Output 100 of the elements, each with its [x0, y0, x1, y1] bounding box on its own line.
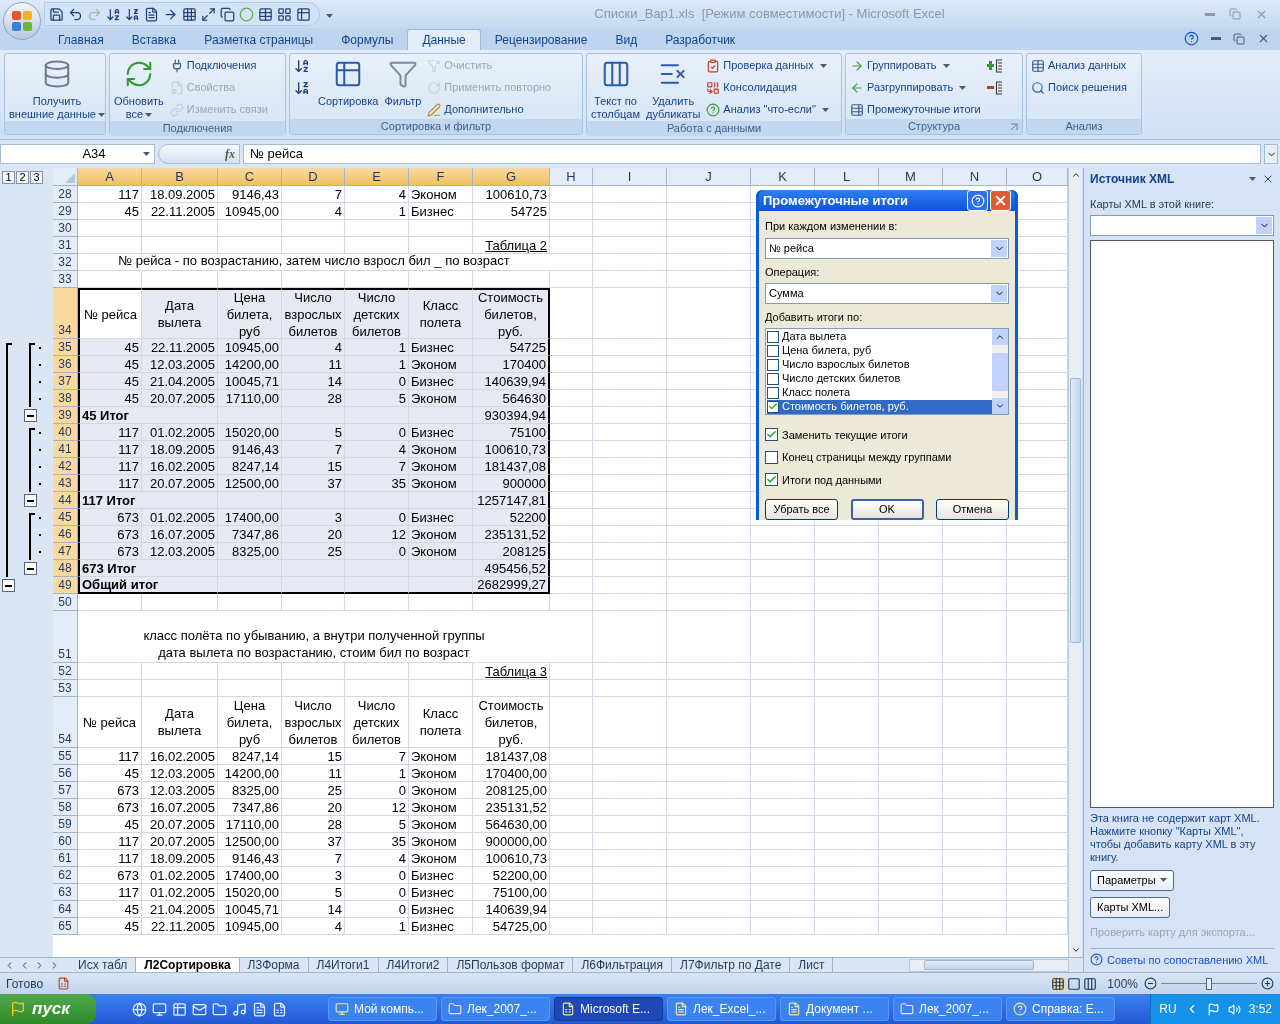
column-header[interactable]: J — [667, 168, 751, 186]
mail-icon[interactable] — [192, 1001, 207, 1017]
folder-icon[interactable] — [212, 1001, 227, 1017]
row-header[interactable]: 33 — [53, 271, 78, 288]
dialog-launcher-icon[interactable] — [1010, 122, 1018, 131]
scrollbar-thumb[interactable] — [1070, 378, 1081, 643]
row-header[interactable]: 53 — [53, 680, 78, 697]
list-item[interactable]: Стоимость билетов, руб. — [767, 399, 992, 414]
row-header[interactable]: 63 — [53, 884, 78, 901]
list-scrollbar[interactable] — [992, 328, 1008, 414]
taskbar-button[interactable]: Мой компь... — [328, 997, 437, 1021]
ribbon-button[interactable]: Консолидация — [706, 79, 829, 96]
page-break-icon[interactable] — [1083, 976, 1098, 991]
row-header[interactable]: 28 — [53, 186, 78, 203]
ribbon-button[interactable]: Получить внешние данные — [9, 57, 105, 121]
monitor-icon[interactable] — [152, 1001, 167, 1017]
outline-level-button[interactable]: 1 — [2, 170, 15, 184]
checkbox[interactable] — [767, 330, 779, 343]
arrow-right-icon[interactable] — [163, 6, 178, 22]
row-header[interactable]: 46 — [53, 526, 78, 543]
close-icon[interactable] — [1257, 32, 1270, 45]
start-button[interactable]: пуск — [0, 994, 96, 1024]
ribbon-button[interactable]: Поиск решения — [1031, 79, 1127, 96]
row-header[interactable]: 51 — [53, 611, 78, 663]
page-layout-icon[interactable] — [1067, 976, 1082, 991]
zoom-out-icon[interactable] — [1144, 977, 1157, 990]
expand-icon[interactable] — [201, 6, 216, 22]
checkbox[interactable] — [765, 450, 778, 464]
ribbon-tab[interactable]: Разработчик — [651, 29, 750, 50]
media-icon[interactable] — [232, 1001, 247, 1017]
row-header[interactable]: 48 — [53, 560, 78, 577]
row-header[interactable]: 65 — [53, 918, 78, 935]
row-header[interactable]: 29 — [53, 203, 78, 220]
copy-icon[interactable] — [220, 6, 235, 22]
restore-icon[interactable] — [1233, 32, 1245, 45]
column-header[interactable]: M — [879, 168, 943, 186]
ribbon-tab[interactable]: Рецензирование — [480, 29, 602, 50]
pane-button[interactable]: Параметры — [1090, 869, 1174, 891]
ribbon-button[interactable]: Обновить все — [114, 57, 164, 121]
ribbon-button[interactable]: Проверка данных — [706, 57, 829, 74]
sheet-tab[interactable]: Л2Сортировка — [136, 957, 240, 972]
row-header[interactable]: 32 — [53, 254, 78, 271]
taskbar-button[interactable]: Документ ... — [780, 997, 889, 1021]
column-header[interactable]: K — [751, 168, 815, 186]
ribbon-button[interactable]: Удалить дубликаты — [646, 57, 701, 121]
row-header[interactable]: 54 — [53, 697, 78, 748]
name-box[interactable]: A34 — [0, 144, 155, 164]
row-header[interactable]: 38 — [53, 390, 78, 407]
taskbar-button[interactable]: Справка: E... — [1006, 997, 1115, 1021]
dialog-button[interactable]: Отмена — [936, 499, 1009, 520]
save-icon[interactable] — [49, 6, 64, 22]
row-header[interactable]: 52 — [53, 663, 78, 680]
row-header[interactable]: 56 — [53, 765, 78, 782]
form-icon[interactable] — [144, 6, 159, 22]
column-header[interactable]: E — [345, 168, 409, 186]
column-header[interactable]: G — [473, 168, 550, 186]
row-header[interactable]: 58 — [53, 799, 78, 816]
row-header[interactable]: 43 — [53, 475, 78, 492]
list-item[interactable]: Цена билета, руб — [767, 343, 992, 358]
column-header[interactable]: I — [593, 168, 667, 186]
ribbon-button[interactable]: Дополнительно — [427, 101, 552, 118]
row-header[interactable]: 60 — [53, 833, 78, 850]
help-icon[interactable] — [1184, 31, 1199, 46]
row-header[interactable]: 42 — [53, 458, 78, 475]
globe-icon[interactable] — [132, 1001, 147, 1017]
row-header[interactable]: 34 — [53, 288, 78, 339]
grid-icon[interactable] — [182, 6, 197, 22]
ribbon-icon-button[interactable] — [986, 57, 1005, 74]
checkbox[interactable] — [767, 386, 779, 399]
checkbox[interactable] — [765, 428, 778, 442]
help-button[interactable] — [967, 190, 988, 211]
column-header[interactable]: B — [142, 168, 218, 186]
table-icon[interactable] — [296, 6, 311, 22]
ribbon-tab[interactable]: Вид — [601, 29, 652, 50]
macro-record-icon[interactable] — [57, 977, 71, 990]
row-header[interactable]: 41 — [53, 441, 78, 458]
column-header[interactable]: F — [409, 168, 473, 186]
pane-button[interactable]: Карты XML... — [1090, 896, 1171, 918]
list-item[interactable]: Класс полета — [767, 385, 992, 400]
ribbon-button[interactable]: Подключения — [169, 57, 268, 74]
dialog-button[interactable]: Убрать все — [765, 499, 838, 520]
row-header[interactable]: 55 — [53, 748, 78, 765]
column-header[interactable]: C — [218, 168, 282, 186]
collapse-button[interactable] — [24, 562, 37, 575]
volume-icon[interactable] — [1227, 1002, 1241, 1016]
column-header[interactable]: L — [815, 168, 879, 186]
row-header[interactable]: 37 — [53, 373, 78, 390]
checkbox[interactable] — [767, 344, 779, 357]
collapse-button[interactable] — [24, 494, 37, 507]
dialog-button[interactable]: OK — [850, 499, 924, 520]
column-header[interactable]: H — [550, 168, 593, 186]
column-header[interactable]: D — [282, 168, 345, 186]
sort-ascending-icon[interactable] — [106, 6, 121, 22]
ribbon-tab[interactable]: Главная — [44, 29, 118, 50]
scrollbar-thumb[interactable] — [924, 960, 1034, 970]
ribbon-tab[interactable]: Разметка страницы — [190, 29, 328, 50]
row-header[interactable]: 44 — [53, 492, 78, 509]
row-header[interactable]: 50 — [53, 594, 78, 611]
formula-input[interactable]: № рейса — [243, 144, 1261, 164]
document-icon[interactable] — [252, 1001, 267, 1017]
